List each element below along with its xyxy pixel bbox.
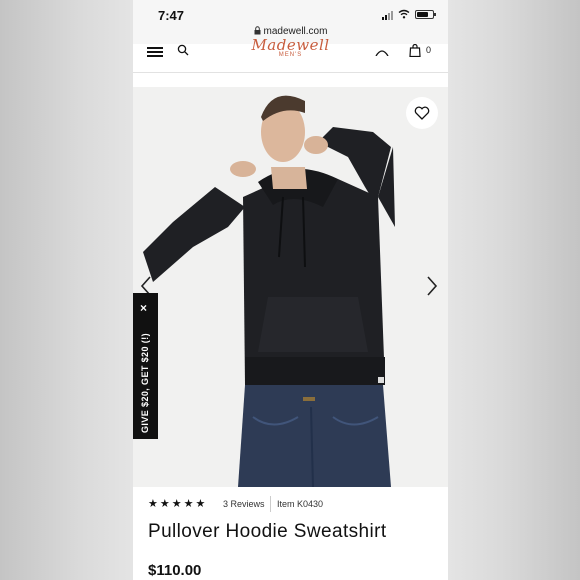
site-logo[interactable]: Madewell MEN'S xyxy=(243,36,338,59)
header-spacer xyxy=(133,73,448,87)
product-price: $110.00 xyxy=(148,562,202,579)
product-info: ★ ★ ★ ★ ★ 3 Reviews Item K0430 Pullover Hood… xyxy=(133,487,448,580)
next-image-arrow-icon[interactable] xyxy=(425,275,439,297)
battery-level xyxy=(417,12,428,17)
status-bar: 7:47 xyxy=(133,0,448,26)
star-icon: ★ xyxy=(183,498,194,510)
product-image-carousel[interactable] xyxy=(133,87,448,487)
wifi-icon xyxy=(398,9,410,19)
shopping-bag-icon[interactable] xyxy=(409,44,421,57)
product-photo xyxy=(133,87,448,487)
signal-icon xyxy=(382,11,393,20)
product-title: Pullover Hoodie Sweatshirt xyxy=(148,521,387,542)
account-icon[interactable] xyxy=(375,44,389,56)
wishlist-button[interactable] xyxy=(406,97,438,129)
bag-count: 0 xyxy=(426,45,432,55)
star-icon: ★ xyxy=(148,498,158,510)
phone-screen: 7:47 madewell.com Madewell MEN'S 0 × GIV… xyxy=(133,0,448,580)
rating-stars[interactable]: ★ ★ ★ ★ ★ xyxy=(148,498,205,510)
heart-icon xyxy=(414,106,430,120)
menu-icon[interactable] xyxy=(147,47,163,57)
star-icon: ★ xyxy=(195,498,206,510)
background-left xyxy=(0,0,133,580)
background-right xyxy=(448,0,580,580)
lock-icon xyxy=(254,26,261,35)
reviews-link[interactable]: 3 Reviews xyxy=(223,499,265,509)
search-icon[interactable] xyxy=(177,44,190,57)
item-number: Item K0430 xyxy=(277,499,324,509)
logo-script: Madewell xyxy=(251,36,330,54)
star-icon: ★ xyxy=(159,498,170,510)
promo-text: GIVE $20, GET $20 (!) xyxy=(140,333,150,433)
referral-promo-tab[interactable]: × GIVE $20, GET $20 (!) xyxy=(133,293,158,439)
status-time: 7:47 xyxy=(158,8,185,23)
divider xyxy=(270,496,271,512)
site-header: Madewell MEN'S 0 xyxy=(133,38,448,73)
promo-close-icon[interactable]: × xyxy=(140,301,147,315)
star-icon: ★ xyxy=(171,498,182,510)
battery-icon xyxy=(415,10,436,19)
